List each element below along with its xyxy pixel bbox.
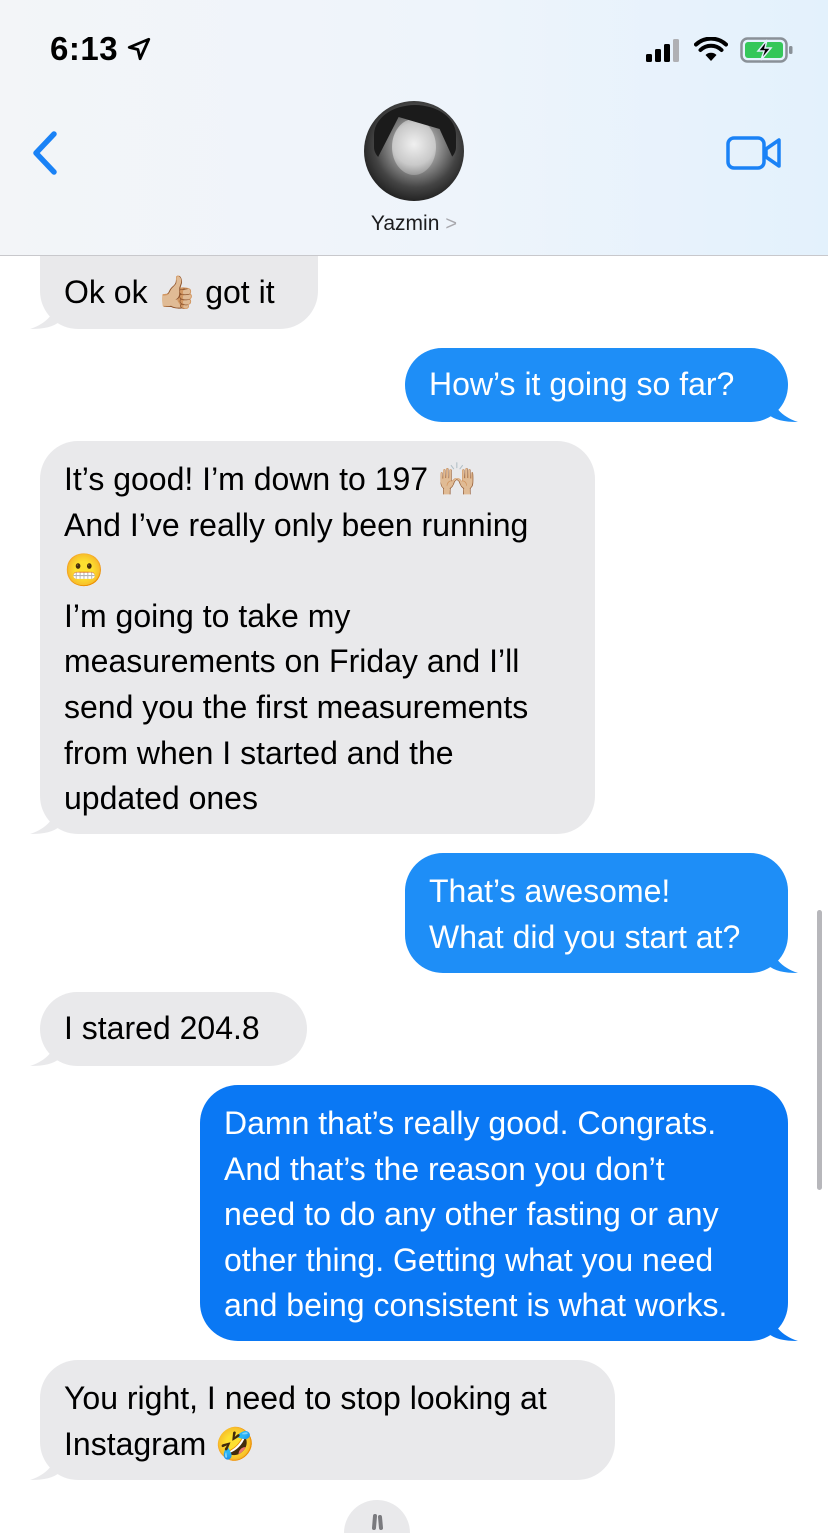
back-chevron-icon[interactable]: [28, 128, 64, 178]
message-text: Ok ok 👍🏼 got it: [64, 274, 275, 310]
hand-icon: [372, 1514, 383, 1530]
bubble-tail: [30, 804, 60, 834]
message-text: 😬: [64, 552, 104, 589]
message-text: need to do any other fasting or any: [224, 1196, 719, 1233]
message-text: And I’ve really only been running: [64, 506, 529, 543]
message-text: It’s good! I’m down to 197 🙌🏼: [64, 461, 477, 497]
message-bubble-incoming[interactable]: It’s good! I’m down to 197 🙌🏼 And I’ve r…: [30, 441, 595, 834]
message-text: Damn that’s really good. Congrats.: [224, 1105, 717, 1141]
message-bubble-outgoing[interactable]: Damn that’s really good. Congrats. And t…: [200, 1085, 798, 1341]
video-camera-icon[interactable]: [726, 130, 782, 174]
message-bubble-incoming[interactable]: I stared 204.8: [30, 992, 307, 1066]
conversation-header: 6:13 Yazmin >: [0, 0, 828, 256]
message-text: That’s awesome!: [429, 873, 671, 909]
message-text: What did you start at?: [429, 918, 741, 955]
message-text: updated ones: [64, 780, 258, 817]
chevron-right-icon: >: [445, 213, 458, 235]
message-text: measurements on Friday and I’ll: [64, 643, 520, 680]
message-text: and being consistent is what works.: [224, 1287, 728, 1324]
typing-indicator: [344, 1500, 410, 1533]
bubble-tail: [30, 1036, 60, 1066]
status-indicators: [646, 36, 794, 64]
message-text: other thing. Getting what you need: [224, 1241, 714, 1278]
contact-name-button[interactable]: Yazmin >: [0, 212, 828, 236]
status-time: 6:13: [50, 30, 152, 68]
bubble-tail: [768, 943, 798, 973]
message-bubble-incoming[interactable]: You right, I need to stop looking at Ins…: [30, 1360, 615, 1480]
avatar-face: [392, 119, 436, 175]
message-text: send you the first measurements: [64, 688, 529, 725]
bubble-tail: [30, 299, 60, 329]
message-bubble-outgoing[interactable]: That’s awesome! What did you start at?: [405, 853, 798, 973]
contact-avatar[interactable]: [364, 101, 464, 201]
message-bubble-outgoing[interactable]: How’s it going so far?: [405, 348, 798, 422]
wifi-icon: [694, 37, 728, 61]
message-text: And that’s the reason you don’t: [224, 1150, 665, 1187]
bubble-tail: [30, 1450, 60, 1480]
bubble-tail: [768, 392, 798, 422]
message-text: How’s it going so far?: [429, 366, 735, 402]
location-arrow-icon: [127, 37, 151, 61]
contact-name: Yazmin: [370, 212, 440, 235]
message-bubble-incoming[interactable]: Ok ok 👍🏼 got it: [30, 256, 318, 329]
battery-charging-icon: [740, 37, 793, 63]
signal-icon: [646, 39, 679, 62]
status-time-text: 6:13: [50, 30, 119, 67]
message-text: I’m going to take my: [64, 597, 351, 634]
scrollbar[interactable]: [817, 910, 822, 1190]
bubble-tail: [768, 1311, 798, 1341]
message-text: I stared 204.8: [64, 1010, 260, 1046]
message-text: You right, I need to stop looking at: [64, 1380, 547, 1416]
message-text: Instagram 🤣: [64, 1425, 256, 1462]
message-text: from when I started and the: [64, 734, 454, 771]
